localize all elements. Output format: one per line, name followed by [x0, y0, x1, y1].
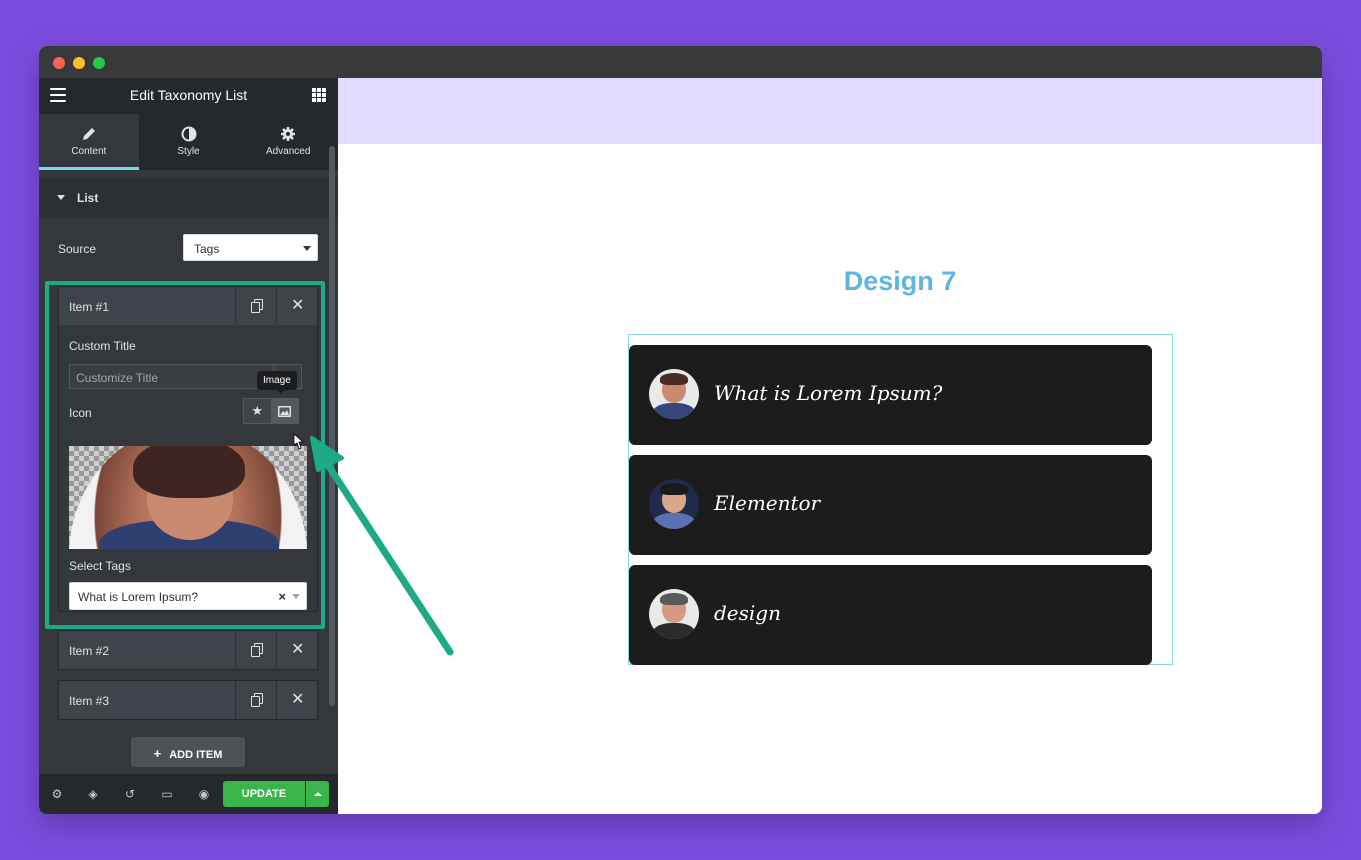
close-icon: ✕	[291, 691, 305, 708]
list-item-text: design	[714, 601, 781, 625]
repeater-item: Item #2 ✕	[58, 630, 318, 670]
repeater-item-label: Item #2	[69, 644, 110, 658]
repeater-item-header[interactable]: Item #1 ✕	[59, 287, 317, 325]
responsive-desktop-icon[interactable]: ▭	[159, 786, 175, 802]
panel-tabs: Content Style Advanced	[39, 114, 338, 170]
layers-icon[interactable]: ◈	[85, 786, 101, 802]
close-icon: ✕	[291, 641, 305, 658]
repeater-item: Item #1 ✕ Custom Title Customize Title I…	[58, 286, 318, 612]
tab-label: Content	[71, 146, 107, 157]
star-icon: ★	[251, 403, 264, 418]
custom-title-label: Custom Title	[69, 339, 136, 353]
avatar-hair	[660, 373, 688, 385]
source-value: Tags	[194, 242, 220, 256]
half-circle-icon	[181, 126, 196, 142]
taxonomy-list-widget[interactable]: What is Lorem Ipsum? Elementor design	[628, 334, 1173, 665]
duplicate-button[interactable]	[235, 287, 276, 325]
section-title: List	[77, 191, 99, 205]
chevron-down-icon	[303, 246, 311, 251]
panel-header: Edit Taxonomy List	[39, 78, 338, 114]
update-options-button[interactable]	[306, 781, 329, 807]
portrait-hair	[133, 446, 245, 498]
gear-icon	[281, 127, 296, 141]
avatar-body	[653, 513, 695, 529]
remove-button[interactable]: ✕	[276, 681, 317, 719]
preview-canvas: Design 7 What is Lorem Ipsum? Elementor	[338, 78, 1322, 814]
select-tags-label: Select Tags	[69, 559, 131, 573]
repeater-item-header[interactable]: Item #3 ✕	[59, 681, 317, 719]
image-preview[interactable]	[69, 446, 307, 549]
tab-style[interactable]: Style	[139, 114, 239, 170]
duplicate-button[interactable]	[235, 681, 276, 719]
settings-gear-icon[interactable]: ⚙	[49, 786, 65, 802]
app-window: Edit Taxonomy List Content Style Advance…	[39, 46, 1322, 814]
panel-title: Edit Taxonomy List	[129, 87, 248, 103]
list-item[interactable]: Elementor	[629, 455, 1152, 555]
tab-label: Style	[177, 146, 200, 157]
add-item-label: ADD ITEM	[169, 749, 223, 761]
avatar-body	[653, 403, 695, 419]
editor-panel: Edit Taxonomy List Content Style Advance…	[39, 78, 338, 814]
avatar	[649, 479, 699, 529]
image-option-button[interactable]	[270, 399, 298, 423]
icon-option-button[interactable]: ★	[244, 399, 271, 423]
avatar-hair	[660, 483, 688, 495]
clear-selection-icon[interactable]: ×	[278, 589, 286, 604]
title-bar	[39, 46, 1322, 78]
remove-button[interactable]: ✕	[276, 287, 317, 325]
copy-icon	[251, 643, 263, 657]
widgets-grid-icon[interactable]	[312, 88, 326, 102]
image-tooltip: Image	[257, 371, 297, 394]
plus-icon: +	[153, 746, 162, 761]
copy-icon	[251, 693, 263, 707]
icon-label: Icon	[69, 406, 92, 420]
panel-footer: ⚙ ◈ ↺ ▭ ◉ UPDATE	[39, 774, 338, 814]
chevron-down-icon	[292, 594, 300, 599]
design-heading: Design 7	[843, 266, 957, 296]
image-icon	[278, 405, 292, 417]
list-item[interactable]: What is Lorem Ipsum?	[629, 345, 1152, 445]
repeater-item-body: Custom Title Customize Title Icon ★ Imag…	[59, 325, 317, 611]
close-icon: ✕	[291, 297, 305, 314]
add-item-button[interactable]: + ADD ITEM	[131, 737, 245, 767]
caret-down-icon	[57, 195, 65, 200]
avatar	[649, 589, 699, 639]
panel-scrollbar[interactable]	[329, 146, 335, 706]
header-band	[338, 78, 1322, 144]
icon-type-choice: ★	[243, 398, 299, 424]
list-item-text: What is Lorem Ipsum?	[714, 381, 943, 405]
avatar	[649, 369, 699, 419]
repeater-item-header[interactable]: Item #2 ✕	[59, 631, 317, 669]
avatar-body	[653, 623, 695, 639]
avatar-hair	[660, 593, 688, 605]
history-icon[interactable]: ↺	[122, 786, 138, 802]
update-button[interactable]: UPDATE	[223, 781, 305, 807]
remove-button[interactable]: ✕	[276, 631, 317, 669]
pencil-icon	[82, 128, 95, 140]
custom-title-placeholder: Customize Title	[76, 371, 159, 385]
list-item-text: Elementor	[714, 491, 821, 515]
close-window-button[interactable]	[53, 57, 65, 69]
panel-controls: List Source Tags Item #1 ✕ Custom Title …	[39, 170, 338, 774]
source-label: Source	[58, 242, 97, 256]
source-select[interactable]: Tags	[183, 234, 318, 261]
maximize-window-button[interactable]	[93, 57, 105, 69]
tab-advanced[interactable]: Advanced	[238, 114, 338, 170]
list-item[interactable]: design	[629, 565, 1152, 665]
tab-content[interactable]: Content	[39, 114, 139, 170]
section-list-toggle[interactable]: List	[39, 178, 338, 218]
minimize-window-button[interactable]	[73, 57, 85, 69]
select-tags-input[interactable]: What is Lorem Ipsum? ×	[69, 582, 307, 610]
preview-eye-icon[interactable]: ◉	[196, 786, 212, 802]
tab-label: Advanced	[265, 146, 311, 157]
repeater-item-label: Item #1	[69, 300, 110, 314]
duplicate-button[interactable]	[235, 631, 276, 669]
repeater-item: Item #3 ✕	[58, 680, 318, 720]
select-tags-value: What is Lorem Ipsum?	[78, 590, 199, 604]
copy-icon	[251, 299, 263, 313]
repeater-item-label: Item #3	[69, 694, 110, 708]
